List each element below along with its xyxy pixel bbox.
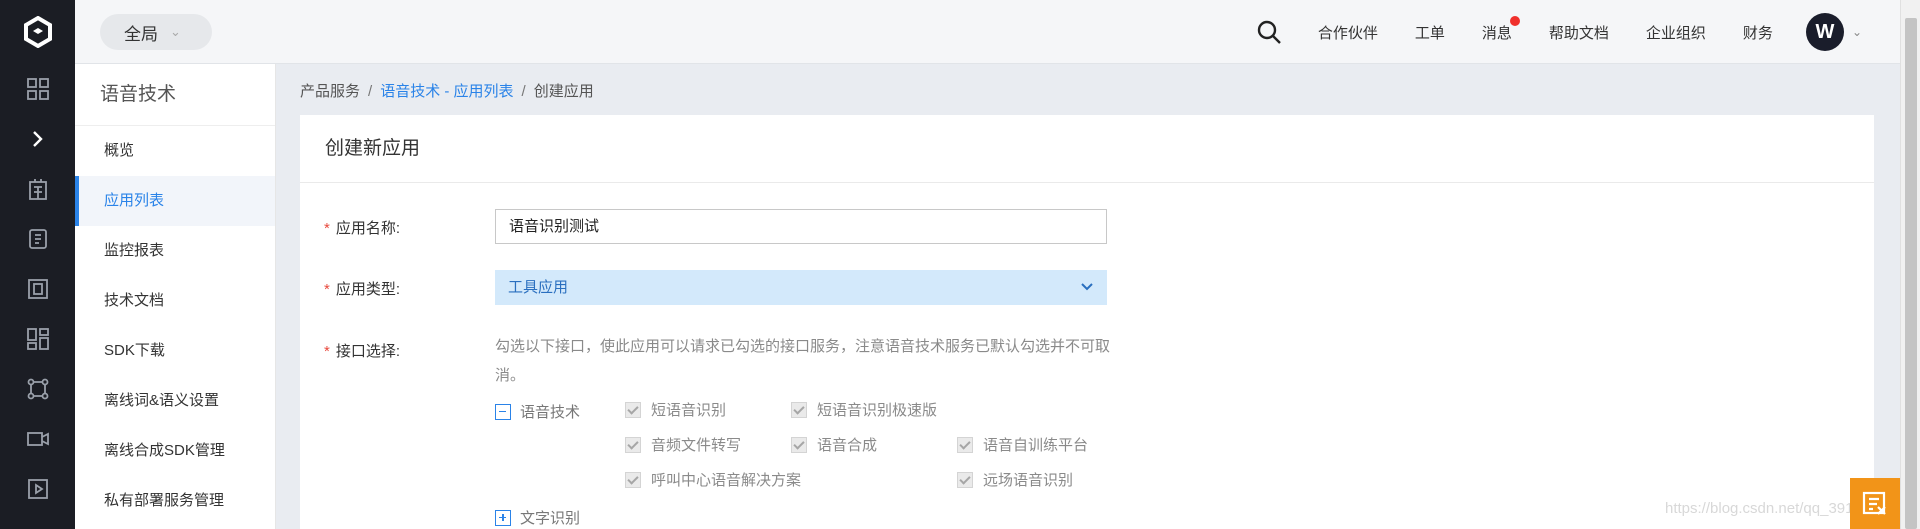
expand-chevron-icon[interactable]: [0, 114, 75, 164]
app-type-value: 工具应用: [508, 279, 569, 296]
group-ocr-toggle[interactable]: 文字识别: [495, 507, 580, 528]
app-name-input[interactable]: 语音识别测试: [495, 209, 1107, 244]
page-title: 创建新应用: [300, 115, 1874, 183]
breadcrumb-separator: /: [368, 83, 373, 100]
api-checkbox-label: 短语音识别: [651, 402, 727, 419]
checkmark-icon: [957, 436, 973, 453]
required-mark: *: [324, 343, 330, 360]
top-nav: 合作伙伴 工单 消息 帮助文档 企业组织 财务 W ⌄: [1256, 0, 1862, 64]
app-name-label: * 应用名称:: [324, 217, 400, 238]
group-speech-toggle[interactable]: 语音技术: [495, 401, 580, 422]
checkmark-icon: [957, 471, 973, 488]
scrollbar-thumb[interactable]: [1905, 18, 1917, 529]
sidebar-item-sdk-download[interactable]: SDK下载: [75, 326, 275, 376]
feedback-icon: [1862, 491, 1886, 515]
sidebar-item-offline-tts-sdk[interactable]: 离线合成SDK管理: [75, 426, 275, 476]
nav-messages[interactable]: 消息: [1481, 15, 1520, 43]
apps-icon[interactable]: [0, 314, 75, 364]
play-icon[interactable]: [0, 464, 75, 514]
nav-finance[interactable]: 财务: [1743, 22, 1773, 43]
notification-dot: [1509, 15, 1520, 26]
sidebar-item-overview[interactable]: 概览: [75, 126, 275, 176]
api-checkbox-label: 短语音识别极速版: [817, 402, 938, 419]
app-type-select[interactable]: 工具应用: [495, 270, 1107, 305]
required-mark: *: [324, 220, 330, 237]
api-checkbox-label: 呼叫中心语音解决方案: [651, 472, 802, 489]
nav-organization[interactable]: 企业组织: [1646, 22, 1706, 43]
api-checkbox[interactable]: 音频文件转写: [625, 434, 741, 455]
expand-icon: [495, 509, 511, 526]
checkmark-icon: [625, 436, 641, 453]
chevron-down-icon: [1080, 270, 1094, 318]
nav-tickets[interactable]: 工单: [1415, 22, 1445, 43]
chevron-down-icon[interactable]: ⌄: [1852, 25, 1862, 39]
nav-partners[interactable]: 合作伙伴: [1318, 22, 1378, 43]
api-checkbox[interactable]: 远场语音识别: [957, 469, 1073, 490]
api-checkbox-label: 远场语音识别: [983, 472, 1074, 489]
collapse-icon: [495, 403, 511, 420]
avatar[interactable]: W: [1805, 13, 1844, 51]
product-sidebar: 语音技术 概览 应用列表 监控报表 技术文档 SDK下载 离线词&语义设置 离线…: [75, 64, 276, 529]
scope-label: 全局: [124, 24, 158, 44]
api-checkbox-label: 语音自训练平台: [983, 437, 1089, 454]
api-hint: 勾选以下接口，使此应用可以请求已勾选的接口服务，注意语音技术服务已默认勾选并不可…: [495, 338, 1111, 384]
page-scrollbar[interactable]: [1900, 0, 1920, 529]
logo-icon[interactable]: [0, 0, 75, 64]
checkmark-icon: [791, 401, 807, 418]
checkmark-icon: [791, 436, 807, 453]
nav-messages-label: 消息: [1481, 24, 1512, 42]
api-checkbox[interactable]: 短语音识别: [625, 399, 726, 420]
api-select-label: * 接口选择:: [324, 340, 400, 361]
chevron-down-icon: ⌄: [170, 24, 181, 39]
checkmark-icon: [625, 471, 641, 488]
api-select-label-text: 接口选择:: [335, 343, 401, 360]
app-type-label: * 应用类型:: [324, 278, 400, 299]
app-type-label-text: 应用类型:: [335, 281, 401, 298]
grid-icon[interactable]: [0, 64, 75, 114]
top-bar: 全局 ⌄ 合作伙伴 工单 消息 帮助文档 企业组织 财务 W ⌄: [75, 0, 1900, 64]
checkmark-icon: [625, 401, 641, 418]
create-app-card: 创建新应用 * 应用名称: 语音识别测试 * 应用类型: 工具应用 * 接口选择: 勾…: [300, 115, 1874, 529]
api-checkbox-label: 语音合成: [817, 437, 878, 454]
breadcrumb-current: 创建应用: [533, 83, 594, 100]
api-checkbox[interactable]: 语音合成: [791, 434, 877, 455]
group-speech-label: 语音技术: [520, 404, 581, 421]
frame-icon[interactable]: [0, 264, 75, 314]
api-checkbox[interactable]: 呼叫中心语音解决方案: [625, 469, 801, 490]
app-name-label-text: 应用名称:: [335, 220, 401, 237]
feedback-button[interactable]: [1850, 478, 1900, 529]
breadcrumb-link[interactable]: 语音技术 - 应用列表: [380, 83, 513, 100]
search-icon[interactable]: [1256, 19, 1282, 45]
group-ocr-label: 文字识别: [520, 510, 581, 527]
api-checkbox[interactable]: 短语音识别极速版: [791, 399, 937, 420]
breadcrumb-item: 产品服务: [300, 83, 361, 100]
nav-help-docs[interactable]: 帮助文档: [1549, 22, 1609, 43]
required-mark: *: [324, 281, 330, 298]
video-icon[interactable]: [0, 414, 75, 464]
sidebar-item-app-list[interactable]: 应用列表: [75, 176, 275, 226]
api-checkbox-label: 音频文件转写: [651, 437, 742, 454]
sidebar-item-tech-docs[interactable]: 技术文档: [75, 276, 275, 326]
building-icon[interactable]: [0, 164, 75, 214]
global-nav-rail: [0, 0, 75, 529]
breadcrumb-separator: /: [521, 83, 526, 100]
sidebar-title: 语音技术: [75, 64, 275, 126]
document-icon[interactable]: [0, 214, 75, 264]
sidebar-item-private-deploy[interactable]: 私有部署服务管理: [75, 476, 275, 526]
breadcrumb: 产品服务 / 语音技术 - 应用列表 / 创建应用: [300, 80, 594, 101]
sidebar-item-offline-words[interactable]: 离线词&语义设置: [75, 376, 275, 426]
api-checkbox[interactable]: 语音自训练平台: [957, 434, 1088, 455]
scope-selector[interactable]: 全局 ⌄: [100, 14, 212, 50]
sidebar-item-monitoring[interactable]: 监控报表: [75, 226, 275, 276]
nodes-icon[interactable]: [0, 364, 75, 414]
